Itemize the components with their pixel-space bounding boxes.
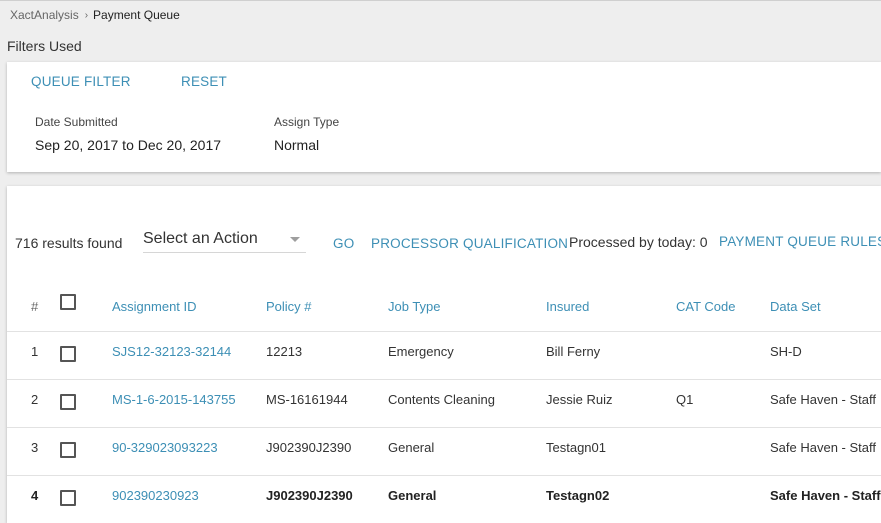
column-header-policy[interactable]: Policy # (266, 299, 312, 314)
row-number: 3 (31, 440, 39, 455)
insured-name: Testagn02 (546, 488, 610, 503)
filters-used-heading: Filters Used (7, 38, 82, 54)
row-number: 2 (31, 392, 39, 407)
queue-filter-button[interactable]: QUEUE FILTER (31, 74, 131, 89)
column-header-cat-code[interactable]: CAT Code (676, 299, 736, 314)
date-submitted-value: Sep 20, 2017 to Dec 20, 2017 (35, 137, 222, 153)
assign-type-value: Normal (274, 137, 320, 153)
row-checkbox[interactable] (60, 394, 76, 410)
job-type: Emergency (388, 344, 454, 359)
chevron-right-icon: › (84, 9, 89, 21)
job-type: General (388, 440, 435, 455)
row-divider (7, 379, 881, 380)
date-submitted-label: Date Submitted (35, 115, 118, 129)
insured-name: Testagn01 (546, 440, 606, 455)
breadcrumb: XactAnalysis › Payment Queue (10, 8, 180, 22)
policy-number: J902390J2390 (266, 440, 352, 455)
payment-queue-rules-button[interactable]: PAYMENT QUEUE RULES (719, 234, 881, 249)
action-select-value: Select an Action (143, 230, 258, 247)
results-card: 716 results found Select an Action GO PR… (7, 186, 881, 523)
row-number: 4 (31, 488, 39, 503)
policy-number: 12213 (266, 344, 303, 359)
data-set: SH-D (770, 344, 802, 359)
assign-type-label: Assign Type (274, 115, 340, 129)
header-divider (7, 331, 881, 332)
reset-button[interactable]: RESET (181, 74, 227, 89)
policy-number: J902390J2390 (266, 488, 353, 503)
data-set: Safe Haven - Staff (770, 392, 876, 407)
row-checkbox[interactable] (60, 346, 76, 362)
cat-code: Q1 (676, 392, 694, 407)
column-header-assignment-id[interactable]: Assignment ID (112, 299, 197, 314)
column-header-number: # (31, 299, 39, 314)
select-all-checkbox[interactable] (60, 294, 76, 310)
column-header-data-set[interactable]: Data Set (770, 299, 821, 314)
processor-qualification-button[interactable]: PROCESSOR QUALIFICATION (371, 236, 568, 251)
row-checkbox[interactable] (60, 490, 76, 506)
breadcrumb-root[interactable]: XactAnalysis (10, 8, 79, 22)
assignment-id-link[interactable]: 90-329023093223 (112, 440, 218, 455)
row-divider (7, 475, 881, 476)
column-header-job-type[interactable]: Job Type (388, 299, 441, 314)
insured-name: Bill Ferny (546, 344, 601, 359)
row-number: 1 (31, 344, 39, 359)
assignment-id-link[interactable]: MS-1-6-2015-143755 (112, 392, 236, 407)
job-type: Contents Cleaning (388, 392, 495, 407)
data-set: Safe Haven - Staff (770, 488, 881, 503)
assignment-id-link[interactable]: 902390230923 (112, 488, 199, 503)
policy-number: MS-16161944 (266, 392, 348, 407)
breadcrumb-current: Payment Queue (93, 8, 180, 22)
row-checkbox[interactable] (60, 442, 76, 458)
results-count: 716 results found (15, 235, 123, 251)
insured-name: Jessie Ruiz (546, 392, 613, 407)
go-button[interactable]: GO (333, 236, 354, 251)
action-select[interactable]: Select an Action (143, 227, 306, 253)
caret-down-icon (290, 237, 300, 242)
top-divider (0, 0, 881, 1)
filters-card: QUEUE FILTER RESET Date Submitted Sep 20… (7, 62, 881, 172)
data-set: Safe Haven - Staff (770, 440, 876, 455)
column-header-insured[interactable]: Insured (546, 299, 589, 314)
processed-today: Processed by today: 0 (569, 234, 708, 250)
assignment-id-link[interactable]: SJS12-32123-32144 (112, 344, 231, 359)
row-divider (7, 427, 881, 428)
job-type: General (388, 488, 437, 503)
